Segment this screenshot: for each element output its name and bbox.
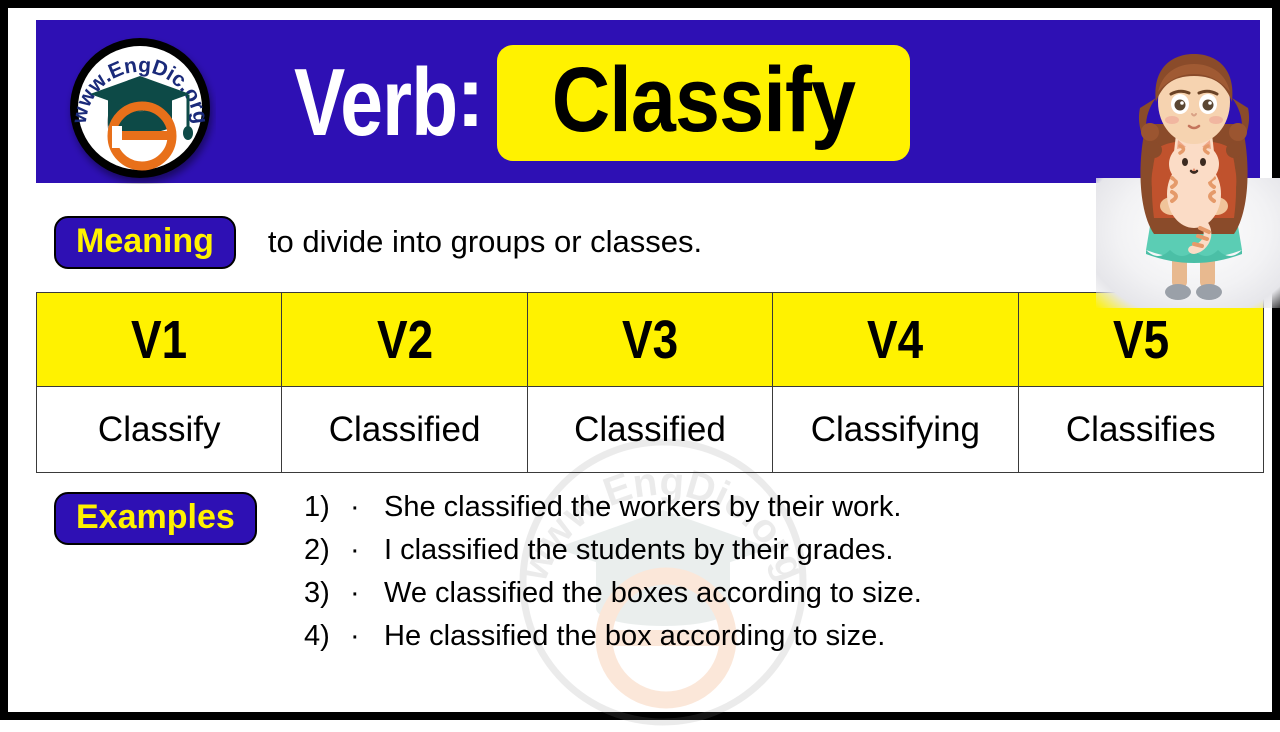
example-sentence: We classified the boxes according to siz… <box>384 576 922 609</box>
headword: Classify <box>551 49 855 151</box>
bullet-dot-icon: · <box>350 619 360 652</box>
meaning-definition: to divide into groups or classes. <box>267 223 703 259</box>
example-number: 3) <box>304 576 330 609</box>
list-item: 1) · She classified the workers by their… <box>304 486 1254 529</box>
verb-form-v3: Classified <box>526 386 774 473</box>
column-header-v2: V2 <box>281 292 528 387</box>
column-header-v1: V1 <box>35 292 283 387</box>
column-header-v4: V4 <box>772 292 1019 387</box>
title-row: Verb : Classify <box>294 34 1084 172</box>
examples-section: Examples 1) · She classified the workers… <box>36 478 1260 698</box>
bullet-dot-icon: · <box>350 491 360 523</box>
infographic-page: www.EngDic.org Verb: Classify Meaning t… <box>0 0 1280 726</box>
column-header-v5: V5 <box>1017 292 1265 387</box>
inner-canvas: www.EngDic.org Verb: Classify Meaning t… <box>20 20 1280 726</box>
bullet-dot-icon: · <box>350 533 360 566</box>
list-item: 3) · We classified the boxes according t… <box>304 572 1254 615</box>
engdic-logo: www.EngDic.org <box>64 32 216 184</box>
example-sentence: She classified the workers by their work… <box>384 491 902 523</box>
example-number: 4) <box>304 619 330 652</box>
table-row: Classify Classified Classified Classifyi… <box>35 386 1265 473</box>
list-item: 2) · I classified the students by their … <box>304 529 1254 572</box>
verb-forms-table: V1 V2 V3 V4 V5 Classify Classified Class… <box>35 292 1265 473</box>
bullet-dot-icon: · <box>350 576 360 609</box>
example-number: 1) <box>304 491 330 523</box>
verb-form-v5: Classifies <box>1017 386 1265 473</box>
meaning-label-badge: Meaning <box>54 215 236 269</box>
word-badge: Classify <box>496 45 910 161</box>
verb-form-v2: Classified <box>281 386 528 473</box>
example-sentence: I classified the students by their grade… <box>384 533 894 566</box>
examples-list: 1) · She classified the workers by their… <box>304 486 1254 658</box>
verb-form-v1: Classify <box>35 386 283 473</box>
list-item: 4) · He classified the box according to … <box>304 615 1254 658</box>
verb-form-v4: Classifying <box>772 386 1019 473</box>
table-header-row: V1 V2 V3 V4 V5 <box>35 292 1265 387</box>
example-number: 2) <box>304 533 330 566</box>
title-separator: : <box>456 49 485 145</box>
example-sentence: He classified the box according to size. <box>384 619 886 652</box>
column-header-v3: V3 <box>526 292 774 387</box>
part-of-speech-label: Verb <box>294 49 458 156</box>
meaning-row: Meaning to divide into groups or classes… <box>36 196 1260 288</box>
header-band: www.EngDic.org Verb: Classify <box>36 20 1280 308</box>
examples-label-badge: Examples <box>54 492 257 545</box>
